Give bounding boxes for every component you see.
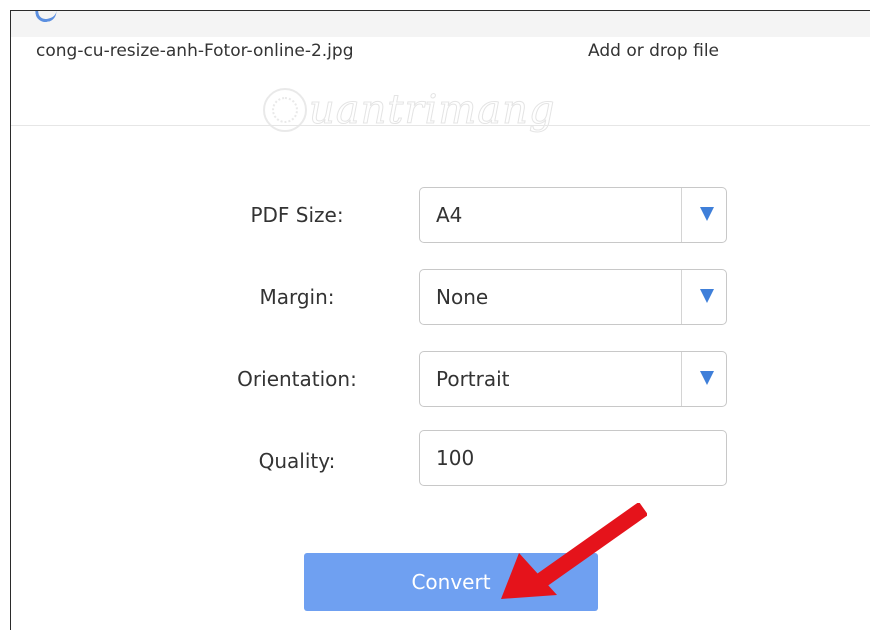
pdf-size-label: PDF Size: <box>250 203 344 227</box>
converter-panel: cong-cu-resize-anh-Fotor-online-2.jpg Ad… <box>10 10 870 630</box>
quality-value: 100 <box>436 446 475 470</box>
watermark-logo: uantrimang <box>263 87 556 134</box>
dropdown-arrow-icon[interactable] <box>700 207 714 221</box>
logo-fragment-icon <box>33 11 58 24</box>
select-separator <box>681 188 682 242</box>
dropdown-arrow-icon[interactable] <box>700 289 714 303</box>
header-strip <box>11 11 870 37</box>
pdf-size-select[interactable]: A4 <box>419 187 727 243</box>
margin-select[interactable]: None <box>419 269 727 325</box>
watermark-text: uantrimang <box>309 87 556 134</box>
select-separator <box>681 352 682 406</box>
red-arrow-icon <box>501 503 647 599</box>
file-name: cong-cu-resize-anh-Fotor-online-2.jpg <box>36 41 354 61</box>
margin-value: None <box>436 285 489 309</box>
select-separator <box>681 270 682 324</box>
orientation-label: Orientation: <box>237 367 357 391</box>
quality-label: Quality: <box>258 449 336 473</box>
orientation-value: Portrait <box>436 367 510 391</box>
orientation-select[interactable]: Portrait <box>419 351 727 407</box>
dropdown-arrow-icon[interactable] <box>700 371 714 385</box>
pdf-size-value: A4 <box>436 203 463 227</box>
divider <box>11 125 870 126</box>
margin-label: Margin: <box>259 285 335 309</box>
add-drop-file-button[interactable]: Add or drop file <box>588 41 719 61</box>
quality-input[interactable]: 100 <box>419 430 727 486</box>
